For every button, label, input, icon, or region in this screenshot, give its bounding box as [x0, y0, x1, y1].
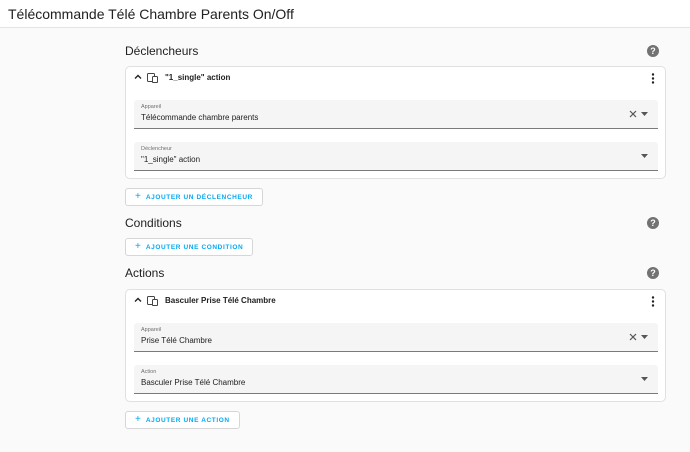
trigger-device-label: Appareil — [141, 104, 162, 110]
device-icon — [147, 73, 158, 83]
trigger-card-header[interactable]: "1_single" action — [126, 67, 665, 91]
conditions-help-icon[interactable]: ? — [647, 217, 659, 229]
action-card: Basculer Prise Télé Chambre Appareil Pri… — [125, 289, 666, 402]
more-vert-icon[interactable] — [651, 296, 655, 307]
add-action-button[interactable]: + AJOUTER UNE ACTION — [125, 411, 240, 429]
add-trigger-label: AJOUTER UN DÉCLENCHEUR — [145, 193, 253, 201]
triggers-help-icon[interactable]: ? — [647, 45, 659, 57]
dropdown-arrow-icon[interactable] — [641, 154, 648, 158]
plus-icon: + — [135, 241, 141, 252]
trigger-type-value[interactable]: "1_single" action — [141, 155, 200, 164]
action-type-field[interactable]: Action Basculer Prise Télé Chambre — [134, 365, 658, 394]
trigger-device-field[interactable]: Appareil Télécommande chambre parents — [134, 100, 658, 129]
conditions-heading: Conditions — [125, 216, 182, 230]
add-condition-label: AJOUTER UNE CONDITION — [145, 243, 244, 251]
chevron-up-icon[interactable] — [134, 73, 142, 81]
plus-icon: + — [135, 191, 141, 202]
action-type-label: Action — [141, 369, 157, 375]
trigger-type-field[interactable]: Déclencheur "1_single" action — [134, 142, 658, 171]
trigger-card-title: "1_single" action — [165, 73, 231, 82]
triggers-heading: Déclencheurs — [125, 44, 199, 58]
trigger-card: "1_single" action Appareil Télécommande … — [125, 66, 666, 179]
action-card-title: Basculer Prise Télé Chambre — [165, 296, 276, 305]
page-title: Télécommande Télé Chambre Parents On/Off — [8, 6, 294, 22]
add-action-label: AJOUTER UNE ACTION — [145, 416, 230, 424]
action-device-field[interactable]: Appareil Prise Télé Chambre — [134, 323, 658, 352]
action-type-value[interactable]: Basculer Prise Télé Chambre — [141, 378, 245, 387]
trigger-device-value[interactable]: Télécommande chambre parents — [141, 113, 258, 122]
action-device-label: Appareil — [141, 327, 162, 333]
dropdown-arrow-icon[interactable] — [641, 112, 648, 116]
chevron-up-icon[interactable] — [134, 296, 142, 304]
actions-heading: Actions — [125, 266, 165, 280]
clear-icon[interactable] — [629, 333, 637, 341]
plus-icon: + — [135, 414, 141, 425]
add-condition-button[interactable]: + AJOUTER UNE CONDITION — [125, 238, 254, 256]
action-card-header[interactable]: Basculer Prise Télé Chambre — [126, 290, 665, 314]
clear-icon[interactable] — [629, 110, 637, 118]
dropdown-arrow-icon[interactable] — [641, 377, 648, 381]
top-bar: Télécommande Télé Chambre Parents On/Off — [0, 0, 690, 28]
dropdown-arrow-icon[interactable] — [641, 335, 648, 339]
action-device-value[interactable]: Prise Télé Chambre — [141, 336, 212, 345]
device-icon — [147, 296, 158, 306]
trigger-type-label: Déclencheur — [141, 146, 172, 152]
actions-help-icon[interactable]: ? — [647, 267, 659, 279]
more-vert-icon[interactable] — [651, 73, 655, 84]
add-trigger-button[interactable]: + AJOUTER UN DÉCLENCHEUR — [125, 188, 263, 206]
